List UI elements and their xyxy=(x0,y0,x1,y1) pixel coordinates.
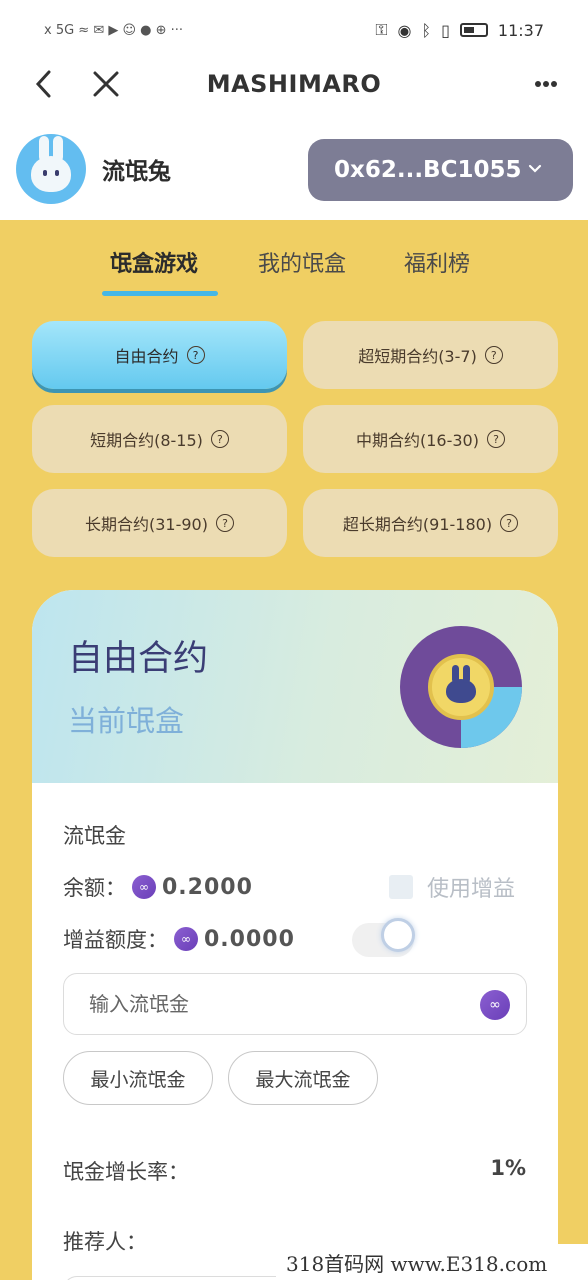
contract-short[interactable]: 短期合约(8-15) ? xyxy=(32,405,287,473)
more-icon[interactable] xyxy=(526,64,566,104)
min-amount-button[interactable]: 最小流氓金 xyxy=(63,1051,213,1105)
contract-medium[interactable]: 中期合约(16-30) ? xyxy=(303,405,558,473)
active-tab-indicator xyxy=(102,291,218,296)
section-label: 流氓金 xyxy=(63,824,126,848)
coin-illustration xyxy=(400,626,522,748)
gain-label: 增益额度： xyxy=(63,928,168,952)
gain-value: 0.0000 xyxy=(204,926,295,952)
page-title: MASHIMARO xyxy=(206,70,382,98)
contract-label: 超长期合约(91-180) xyxy=(342,515,493,534)
wallet-address-button[interactable]: 0x62...BC1055 xyxy=(308,139,573,201)
help-icon[interactable]: ? xyxy=(210,430,229,448)
contract-label: 中期合约(16-30) xyxy=(356,431,479,450)
main-tabs: 氓盒游戏 我的氓盒 福利榜 xyxy=(0,246,588,296)
username: 流氓兔 xyxy=(102,159,171,185)
use-boost-label: 使用增益 xyxy=(427,877,516,902)
referrer-label: 推荐人： xyxy=(63,1230,147,1254)
card-subtitle: 当前氓盒 xyxy=(68,704,185,738)
help-icon[interactable]: ? xyxy=(500,514,519,532)
contract-card: 自由合约 当前氓盒 流氓金 余额： ∞ 0.2000 使用增益 增益额度： ∞ … xyxy=(32,590,558,1280)
contract-label: 短期合约(8-15) xyxy=(90,431,203,450)
boost-toggle[interactable] xyxy=(352,918,415,957)
contract-label: 自由合约 xyxy=(114,347,179,366)
contract-label: 长期合约(31-90) xyxy=(85,515,208,534)
contract-long[interactable]: 长期合约(31-90) ? xyxy=(32,489,287,557)
chevron-down-icon xyxy=(527,157,543,181)
user-header: 流氓兔 0x62...BC1055 xyxy=(0,108,588,220)
use-boost-checkbox[interactable] xyxy=(389,875,413,899)
status-time: 11:37 xyxy=(497,20,544,40)
token-icon: ∞ xyxy=(480,990,510,1020)
tab-box-game[interactable]: 氓盒游戏 xyxy=(110,246,198,278)
wallet-address: 0x62...BC1055 xyxy=(334,157,522,183)
help-icon[interactable]: ? xyxy=(215,514,234,532)
tab-my-box[interactable]: 我的氓盒 xyxy=(258,246,346,278)
bunny-icon xyxy=(31,136,71,192)
contract-free[interactable]: 自由合约 ? xyxy=(32,321,287,389)
gain-row: 增益额度： ∞ 0.0000 xyxy=(63,924,295,954)
status-right: ⚿ ◉ ᛒ ▯ 11:37 xyxy=(375,20,544,40)
card-title: 自由合约 xyxy=(68,639,209,679)
amount-input-wrapper: ∞ xyxy=(63,973,527,1035)
amount-input[interactable] xyxy=(89,974,469,1034)
battery-icon xyxy=(459,23,488,37)
vibrate-icon: ▯ xyxy=(441,20,450,40)
nav-bar: MASHIMARO xyxy=(0,60,588,108)
help-icon[interactable]: ? xyxy=(186,346,205,364)
help-icon[interactable]: ? xyxy=(486,430,505,448)
toggle-knob xyxy=(381,918,415,952)
bunny-coin-icon xyxy=(428,654,494,720)
token-icon: ∞ xyxy=(132,875,156,899)
contract-label: 超短期合约(3-7) xyxy=(358,347,477,366)
growth-rate-label: 氓金增长率： xyxy=(63,1160,189,1184)
balance-row: 余额： ∞ 0.2000 xyxy=(63,872,253,902)
contract-ultra-short[interactable]: 超短期合约(3-7) ? xyxy=(303,321,558,389)
growth-rate-value: 1% xyxy=(490,1156,526,1180)
help-icon[interactable]: ? xyxy=(484,346,503,364)
key-icon: ⚿ xyxy=(375,20,388,39)
bluetooth-icon: ᛒ xyxy=(421,20,432,40)
tab-welfare-board[interactable]: 福利榜 xyxy=(404,246,470,278)
max-amount-button[interactable]: 最大流氓金 xyxy=(228,1051,378,1105)
status-bar: x 5G ≈ ✉ ▶ ☺ ● ⊕ ··· ⚿ ◉ ᛒ ▯ 11:37 xyxy=(0,0,588,60)
eye-icon: ◉ xyxy=(397,20,412,40)
status-left-icons: x 5G ≈ ✉ ▶ ☺ ● ⊕ ··· xyxy=(44,23,183,38)
contract-ultra-long[interactable]: 超长期合约(91-180) ? xyxy=(303,489,558,557)
avatar xyxy=(16,134,86,204)
watermark: 318首码网 www.E318.com xyxy=(276,1244,588,1280)
balance-value: 0.2000 xyxy=(162,874,253,900)
card-header: 自由合约 当前氓盒 xyxy=(32,590,558,783)
balance-label: 余额： xyxy=(63,876,126,900)
token-icon: ∞ xyxy=(174,927,198,951)
signal-icons: x 5G ≈ ✉ ▶ ☺ ● ⊕ ··· xyxy=(44,22,184,38)
